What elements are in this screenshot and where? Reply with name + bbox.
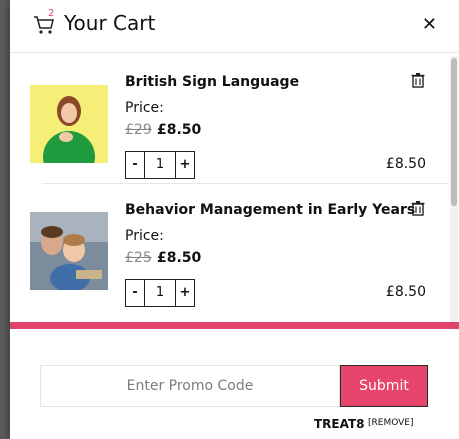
qty-value: 1 (144, 152, 176, 178)
cart-count-badge: 2 (48, 8, 55, 19)
trash-icon[interactable] (410, 72, 426, 88)
line-total: £8.50 (385, 284, 426, 300)
qty-decrease-button[interactable]: - (126, 152, 144, 178)
product-thumbnail (30, 212, 108, 290)
cart-items-list: British Sign Language Price: £29 £8.50 -… (10, 56, 450, 322)
promo-code-input[interactable] (40, 365, 340, 407)
promo-submit-button[interactable]: Submit (340, 365, 428, 407)
cart-item: Behavior Management in Early Years Price… (26, 184, 432, 312)
price-label: Price: (125, 100, 164, 116)
price-label: Price: (125, 228, 164, 244)
quantity-stepper: - 1 + (125, 279, 195, 307)
cart-item: British Sign Language Price: £29 £8.50 -… (26, 56, 448, 184)
items-scrollbar[interactable] (450, 56, 458, 322)
original-price: £29 (125, 122, 152, 138)
qty-decrease-button[interactable]: - (126, 280, 144, 306)
cart-title: Your Cart (64, 11, 156, 35)
scrollbar-thumb[interactable] (451, 58, 457, 206)
close-icon[interactable]: ✕ (422, 14, 437, 35)
product-name[interactable]: British Sign Language (125, 74, 299, 90)
trash-icon[interactable] (410, 200, 426, 216)
qty-value: 1 (144, 280, 176, 306)
accent-divider (10, 322, 459, 329)
quantity-stepper: - 1 + (125, 151, 195, 179)
qty-increase-button[interactable]: + (176, 152, 194, 178)
cart-header: 2 Your Cart ✕ (10, 0, 459, 53)
sale-price: £8.50 (157, 122, 202, 138)
sale-price: £8.50 (157, 250, 202, 266)
cart-drawer: 2 Your Cart ✕ British Sign Language Pric… (10, 0, 459, 439)
product-thumbnail (30, 85, 108, 163)
original-price: £25 (125, 250, 152, 266)
applied-promo-code: TREAT8 (314, 417, 365, 431)
remove-promo-link[interactable]: [REMOVE] (368, 418, 414, 428)
qty-increase-button[interactable]: + (176, 280, 194, 306)
line-total: £8.50 (385, 156, 426, 172)
product-name[interactable]: Behavior Management in Early Years (125, 202, 415, 218)
